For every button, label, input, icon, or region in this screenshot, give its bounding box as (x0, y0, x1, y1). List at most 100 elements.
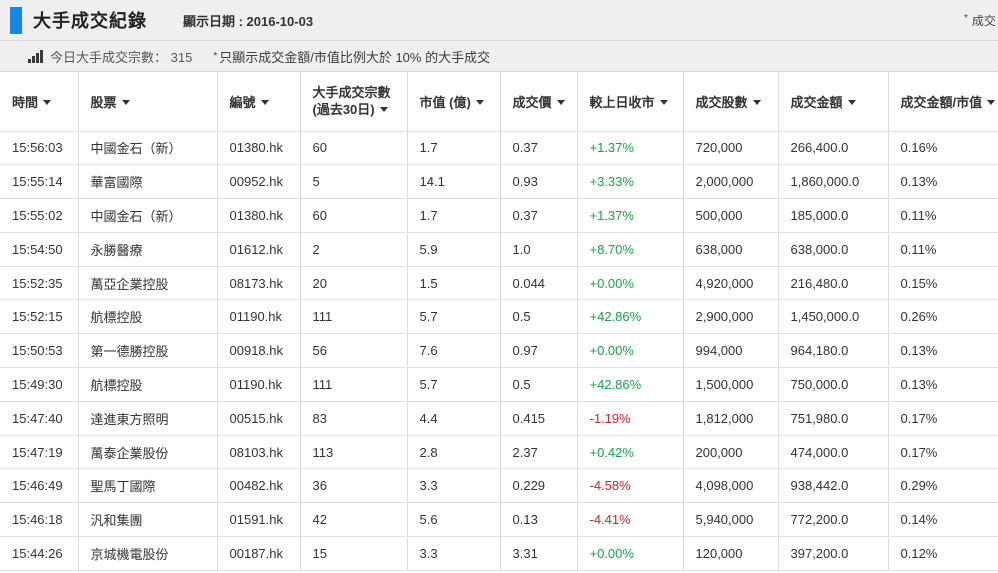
cell-change: +0.00% (577, 334, 683, 368)
cell-amount_mktcap_ratio: 0.17% (888, 435, 998, 469)
cell-amount_mktcap_ratio: 0.29% (888, 469, 998, 503)
cell-shares: 638,000 (683, 232, 778, 266)
cell-amount_mktcap_ratio: 0.16% (888, 131, 998, 165)
col-header-amount[interactable]: 成交金額 (778, 72, 888, 131)
col-label: 成交股數 (696, 95, 748, 110)
cell-code: 01612.hk (217, 232, 300, 266)
cell-amount: 216,480.0 (778, 266, 888, 300)
cell-change: +0.00% (577, 266, 683, 300)
cell-time: 15:44:26 (0, 537, 78, 571)
col-label-line2: (過去30日) (313, 102, 375, 117)
cell-price: 2.37 (500, 435, 577, 469)
cell-stock: 中國金石（新） (78, 131, 217, 165)
cell-count_30d: 83 (300, 401, 407, 435)
cell-change: +1.37% (577, 131, 683, 165)
cell-amount_mktcap_ratio: 0.26% (888, 300, 998, 334)
cell-count_30d: 111 (300, 300, 407, 334)
table-row: 15:49:30航標控股01190.hk1115.70.5+42.86%1,50… (0, 368, 998, 402)
block-trade-screen: 大手成交紀錄 顯示日期 : 2016-10-03 *成交 今日大手成交宗數： 3… (0, 0, 998, 573)
col-label: 市值 (億) (420, 95, 471, 110)
cell-shares: 5,940,000 (683, 503, 778, 537)
summary-bar: 今日大手成交宗數： 315 *只顯示成交金額/市值比例大於 10% 的大手成交 (0, 41, 998, 72)
cell-code: 00515.hk (217, 401, 300, 435)
col-label: 成交金額/市值 (901, 95, 983, 110)
cell-amount: 185,000.0 (778, 199, 888, 233)
cell-amount: 1,860,000.0 (778, 165, 888, 199)
sort-down-icon (557, 100, 565, 105)
page-title: 大手成交紀錄 (33, 7, 147, 33)
cell-price: 0.37 (500, 131, 577, 165)
cell-time: 15:52:35 (0, 266, 78, 300)
cell-price: 0.229 (500, 469, 577, 503)
cell-market_cap: 5.6 (407, 503, 500, 537)
cell-code: 01380.hk (217, 199, 300, 233)
cell-market_cap: 4.4 (407, 401, 500, 435)
col-label: 時間 (12, 95, 38, 110)
table-row: 15:52:35萬亞企業控股08173.hk201.50.044+0.00%4,… (0, 266, 998, 300)
cell-amount: 474,000.0 (778, 435, 888, 469)
cell-shares: 200,000 (683, 435, 778, 469)
cell-change: +0.42% (577, 435, 683, 469)
col-label: 成交價 (513, 95, 552, 110)
cell-time: 15:49:30 (0, 368, 78, 402)
cell-amount_mktcap_ratio: 0.14% (888, 503, 998, 537)
cell-market_cap: 1.5 (407, 266, 500, 300)
cell-change: +42.86% (577, 300, 683, 334)
cell-amount: 266,400.0 (778, 131, 888, 165)
cell-count_30d: 60 (300, 131, 407, 165)
cell-time: 15:50:53 (0, 334, 78, 368)
col-header-change[interactable]: 較上日收市 (577, 72, 683, 131)
col-header-market_cap[interactable]: 市值 (億) (407, 72, 500, 131)
col-header-price[interactable]: 成交價 (500, 72, 577, 131)
table-row: 15:44:26京城機電股份00187.hk153.33.31+0.00%120… (0, 537, 998, 571)
cell-market_cap: 7.6 (407, 334, 500, 368)
col-header-count_30d[interactable]: 大手成交宗數(過去30日) (300, 72, 407, 131)
cell-stock: 萬泰企業股份 (78, 435, 217, 469)
cell-price: 0.97 (500, 334, 577, 368)
col-header-time[interactable]: 時間 (0, 72, 78, 131)
col-header-code[interactable]: 編號 (217, 72, 300, 131)
cell-shares: 120,000 (683, 537, 778, 571)
cell-stock: 中國金石（新） (78, 199, 217, 233)
cell-market_cap: 1.7 (407, 199, 500, 233)
cell-shares: 2,000,000 (683, 165, 778, 199)
cell-stock: 聖馬丁國際 (78, 469, 217, 503)
sort-down-icon (380, 107, 388, 112)
cell-shares: 1,812,000 (683, 401, 778, 435)
col-header-shares[interactable]: 成交股數 (683, 72, 778, 131)
table-row: 15:47:19萬泰企業股份08103.hk1132.82.37+0.42%20… (0, 435, 998, 469)
col-header-amount_mktcap_ratio[interactable]: 成交金額/市值 (888, 72, 998, 131)
col-header-stock[interactable]: 股票 (78, 72, 217, 131)
cell-amount: 397,200.0 (778, 537, 888, 571)
table-row: 15:46:49聖馬丁國際00482.hk363.30.229-4.58%4,0… (0, 469, 998, 503)
cell-time: 15:54:50 (0, 232, 78, 266)
cell-count_30d: 42 (300, 503, 407, 537)
cell-code: 00482.hk (217, 469, 300, 503)
col-label: 成交金額 (791, 95, 843, 110)
sort-down-icon (122, 100, 130, 105)
cell-count_30d: 5 (300, 165, 407, 199)
cell-time: 15:47:40 (0, 401, 78, 435)
table-row: 15:46:18汎和集團01591.hk425.60.13-4.41%5,940… (0, 503, 998, 537)
cell-price: 0.415 (500, 401, 577, 435)
cell-time: 15:52:15 (0, 300, 78, 334)
cell-code: 01190.hk (217, 368, 300, 402)
cell-price: 1.0 (500, 232, 577, 266)
cell-change: +42.86% (577, 368, 683, 402)
filter-note: *只顯示成交金額/市值比例大於 10% 的大手成交 (213, 47, 490, 66)
clipped-corner-note: *成交 (964, 12, 996, 29)
cell-count_30d: 15 (300, 537, 407, 571)
cell-time: 15:55:02 (0, 199, 78, 233)
cell-change: +8.70% (577, 232, 683, 266)
col-label: 股票 (91, 95, 117, 110)
cell-code: 01380.hk (217, 131, 300, 165)
table-row: 15:50:53第一德勝控股00918.hk567.60.97+0.00%994… (0, 334, 998, 368)
cell-amount: 964,180.0 (778, 334, 888, 368)
cell-amount: 938,442.0 (778, 469, 888, 503)
cell-change: +3.33% (577, 165, 683, 199)
cell-amount_mktcap_ratio: 0.13% (888, 165, 998, 199)
cell-market_cap: 14.1 (407, 165, 500, 199)
cell-amount: 751,980.0 (778, 401, 888, 435)
cell-price: 0.044 (500, 266, 577, 300)
cell-time: 15:56:03 (0, 131, 78, 165)
